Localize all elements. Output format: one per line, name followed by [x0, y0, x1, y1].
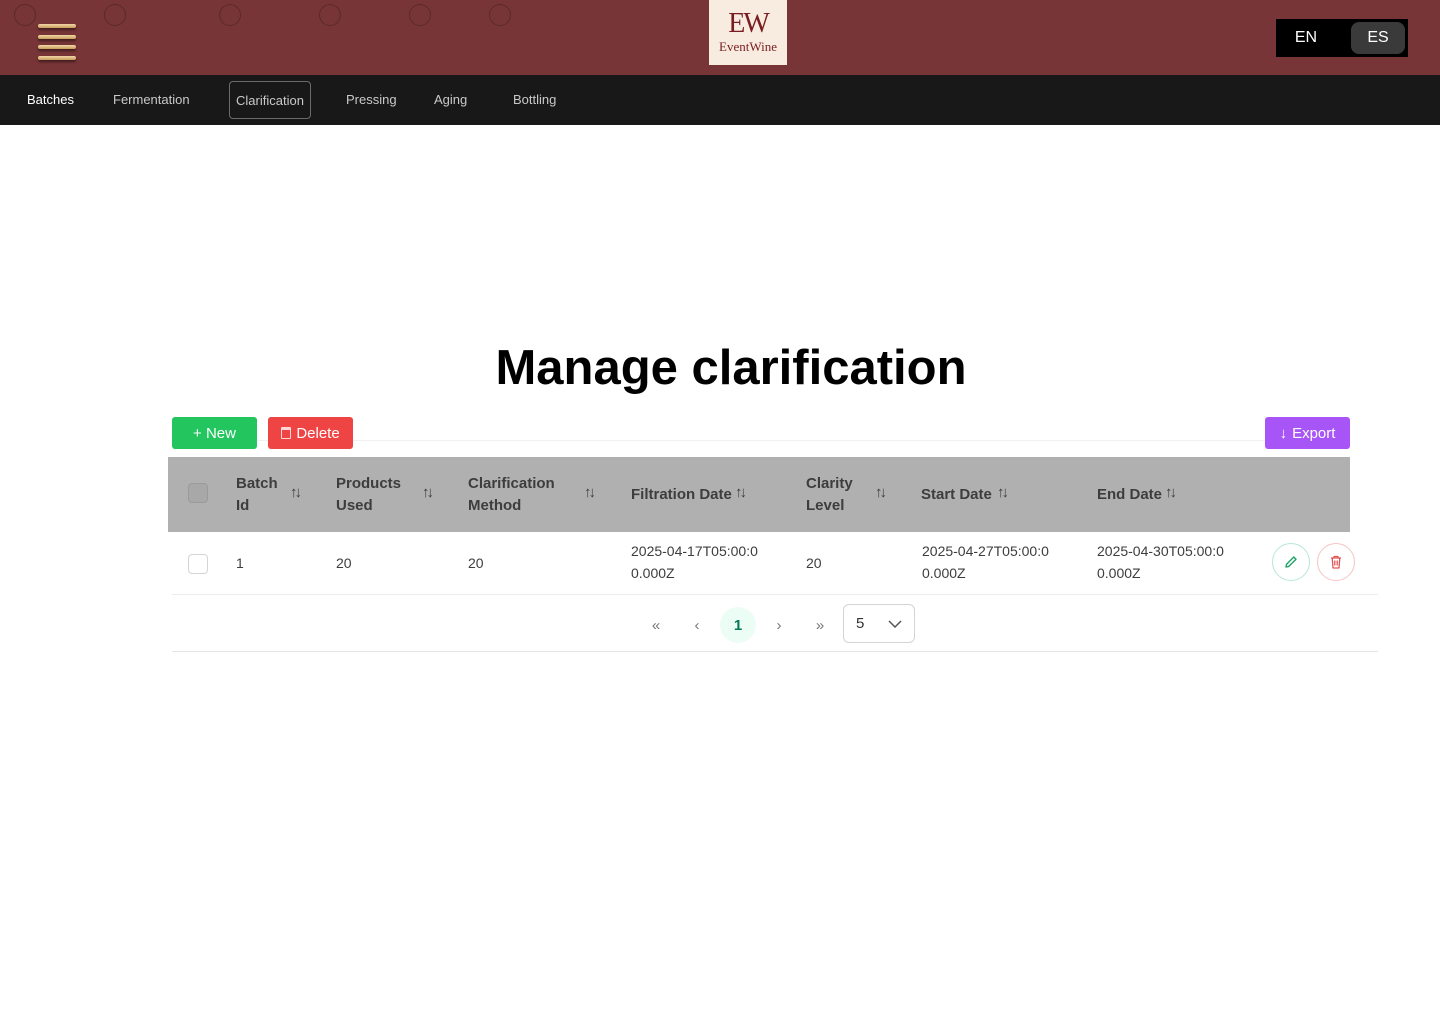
column-header-products-used[interactable]: Products Used	[336, 457, 414, 532]
app-header: EW EventWine EN ES	[0, 0, 1440, 75]
export-button[interactable]: ↓ Export	[1265, 417, 1350, 449]
column-label: Clarification Method	[468, 474, 555, 514]
row-delete-button[interactable]	[1317, 543, 1355, 581]
delete-button-label: Delete	[296, 424, 340, 442]
pencil-icon	[1285, 556, 1297, 568]
rows-per-page-value: 5	[856, 615, 865, 632]
arrow-down-icon: ↓	[1279, 424, 1288, 442]
decorative-circle	[219, 4, 241, 26]
logo-mark: EW	[728, 7, 770, 39]
sort-icon[interactable]: ↑↓	[584, 484, 596, 501]
column-header-start-date[interactable]: Start Date	[921, 457, 1001, 532]
language-es-button[interactable]: ES	[1351, 22, 1405, 54]
page-title: Manage clarification	[495, 341, 967, 395]
page-button-current[interactable]: 1	[720, 607, 756, 643]
trash-icon	[281, 427, 292, 439]
logo-text: EventWine	[719, 38, 777, 54]
select-all-checkbox[interactable]	[188, 483, 208, 503]
nav-item-pressing[interactable]: Pressing	[340, 81, 403, 119]
language-switcher: EN ES	[1276, 19, 1408, 57]
paginator: « ‹ 1 › » 5	[172, 596, 1378, 652]
nav-item-fermentation[interactable]: Fermentation	[107, 81, 196, 119]
column-header-clarification-method[interactable]: Clarification Method	[468, 457, 568, 532]
nav-item-clarification[interactable]: Clarification	[229, 81, 311, 119]
main-nav: Batches Fermentation Clarification Press…	[0, 75, 1440, 125]
column-label: Clarity Level	[806, 474, 853, 514]
decorative-circle	[409, 4, 431, 26]
column-label: Filtration Date	[631, 485, 732, 503]
cell-products-used: 20	[336, 555, 352, 571]
row-checkbox[interactable]	[188, 554, 208, 574]
new-button[interactable]: + New	[172, 417, 257, 449]
table-row: 1 20 20 2025-04-17T05:00:00.000Z 20 2025…	[172, 533, 1378, 595]
decorative-circle	[14, 4, 36, 26]
sort-icon[interactable]: ↑↓	[875, 484, 887, 501]
sort-icon[interactable]: ↑↓	[1165, 484, 1177, 501]
first-page-button[interactable]: «	[638, 607, 674, 643]
table-header: Batch Id ↑↓ Products Used ↑↓ Clarificati…	[168, 457, 1350, 532]
language-en-button[interactable]: EN	[1279, 22, 1333, 54]
cell-end-date: 2025-04-30T05:00:00.000Z	[1097, 543, 1224, 581]
nav-item-batches[interactable]: Batches	[21, 81, 80, 119]
export-button-label: Export	[1292, 424, 1336, 442]
column-label: End Date	[1097, 485, 1163, 503]
rows-per-page-select[interactable]: 5	[843, 604, 915, 643]
cell-filtration-date: 2025-04-17T05:00:00.000Z	[631, 543, 758, 581]
cell-batch-id: 1	[236, 555, 244, 571]
column-label: Start Date	[921, 485, 992, 503]
column-label: Batch Id	[236, 474, 278, 514]
next-page-button[interactable]: ›	[761, 607, 797, 643]
last-page-button[interactable]: »	[802, 607, 838, 643]
nav-item-aging[interactable]: Aging	[428, 81, 473, 119]
sort-icon[interactable]: ↑↓	[422, 484, 434, 501]
delete-button[interactable]: Delete	[268, 417, 353, 449]
hamburger-menu-icon[interactable]	[38, 24, 76, 60]
logo[interactable]: EW EventWine	[709, 0, 787, 65]
column-header-filtration-date[interactable]: Filtration Date	[631, 457, 741, 532]
edit-button[interactable]	[1272, 543, 1310, 581]
cell-start-date: 2025-04-27T05:00:00.000Z	[922, 543, 1049, 581]
sort-icon[interactable]: ↑↓	[997, 484, 1009, 501]
sort-icon[interactable]: ↑↓	[290, 484, 302, 501]
column-label: Products Used	[336, 474, 402, 514]
decorative-circle	[489, 4, 511, 26]
cell-clarification-method: 20	[468, 555, 484, 571]
cell-clarity-level: 20	[806, 555, 822, 571]
chevron-down-icon	[888, 619, 902, 628]
decorative-circle	[104, 4, 126, 26]
prev-page-button[interactable]: ‹	[679, 607, 715, 643]
column-header-batch-id[interactable]: Batch Id	[236, 457, 280, 532]
column-header-end-date[interactable]: End Date	[1097, 457, 1167, 532]
decorative-circle	[319, 4, 341, 26]
column-header-clarity-level[interactable]: Clarity Level	[806, 457, 866, 532]
nav-item-bottling[interactable]: Bottling	[507, 81, 562, 119]
sort-icon[interactable]: ↑↓	[735, 484, 747, 501]
trash-icon	[1331, 555, 1341, 569]
